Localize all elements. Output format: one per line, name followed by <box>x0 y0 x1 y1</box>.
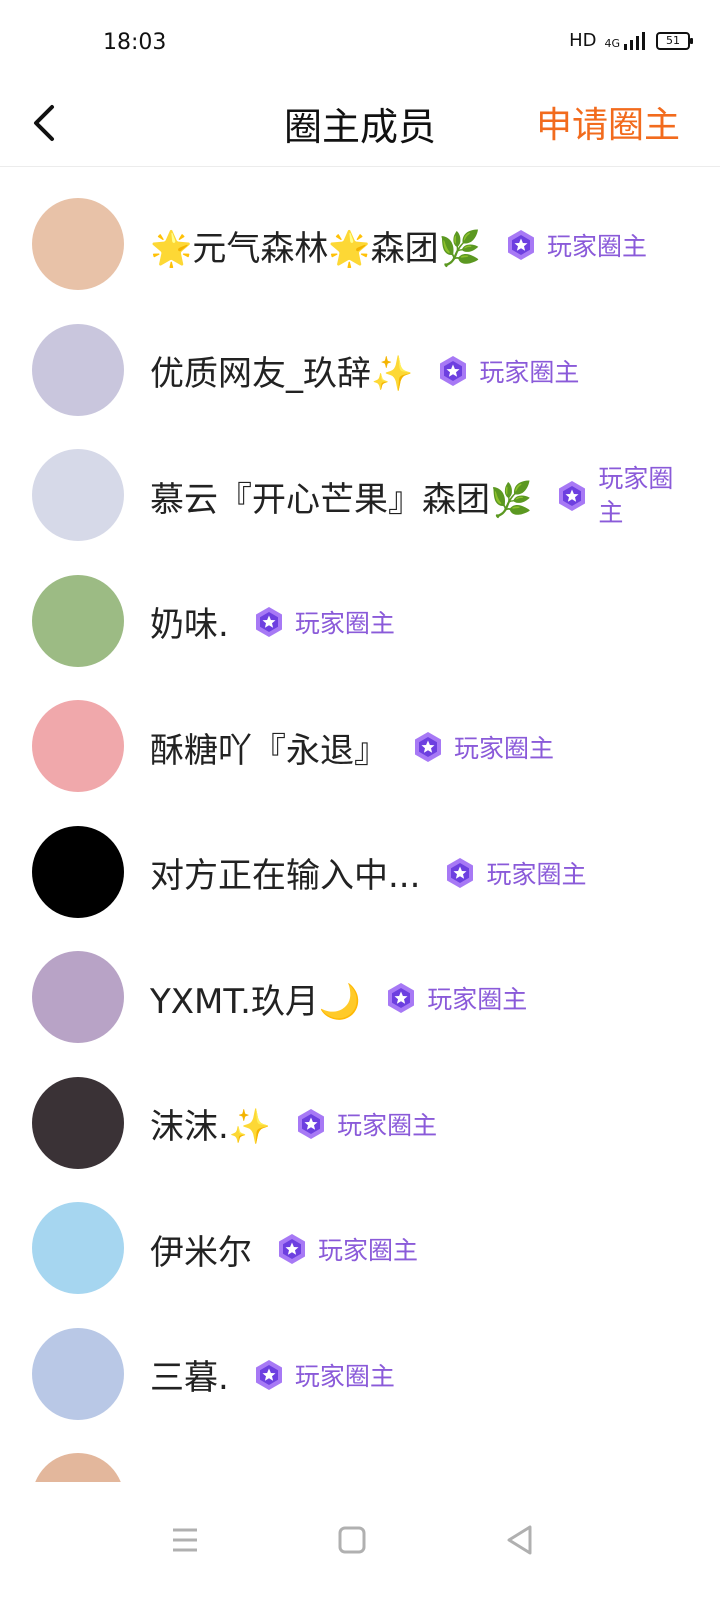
back-nav-button[interactable] <box>498 1518 542 1562</box>
role-badge: 玩家圈主 <box>251 1357 395 1393</box>
role-badge: 玩家圈主 <box>442 855 586 891</box>
avatar[interactable] <box>32 951 124 1043</box>
member-nickname: 优质网友_玖辞✨ <box>150 354 414 394</box>
member-item[interactable]: 沫沫.✨ 玩家圈主 <box>0 1045 720 1171</box>
member-nickname: 伊米尔 <box>150 1232 252 1273</box>
menu-icon <box>173 1528 197 1552</box>
system-nav-bar <box>0 1482 720 1600</box>
member-nickname: 对方正在输入中... <box>150 856 421 896</box>
back-triangle-icon <box>507 1525 532 1555</box>
role-label: 玩家圈主 <box>337 1110 438 1140</box>
status-icons: HD 4G 51 <box>569 30 693 51</box>
avatar[interactable] <box>32 1076 124 1169</box>
member-nickname: 慕云『开心芒果』森团🌿 <box>150 479 533 520</box>
status-time: 18:03 <box>103 30 167 55</box>
avatar[interactable] <box>32 1202 124 1294</box>
role-label: 玩家圈主 <box>318 1236 419 1265</box>
battery-icon: 51 <box>656 31 693 50</box>
member-item[interactable]: 对方正在输入中... 玩家圈主 <box>0 794 720 920</box>
role-label: 玩家圈主 <box>294 608 395 638</box>
star-badge-icon <box>559 481 586 511</box>
role-label: 玩家圈主 <box>547 232 648 261</box>
star-badge-icon <box>298 1108 325 1139</box>
role-badge: 玩家圈主 <box>435 353 579 389</box>
member-nickname: YXMT.玖月🌙 <box>150 981 362 1022</box>
member-item[interactable]: 玩家 <box>0 1421 720 1482</box>
member-item[interactable]: 优质网友_玖辞✨ 玩家圈主 <box>0 292 720 418</box>
role-label: 玩家圈主 <box>479 357 580 387</box>
member-nickname: 三暮. <box>150 1358 229 1398</box>
role-label: 玩家圈主 <box>598 464 674 527</box>
role-label: 玩家圈主 <box>454 734 555 763</box>
star-badge-icon <box>440 355 467 386</box>
member-nickname: 沫沫.✨ <box>150 1107 272 1147</box>
star-badge-icon <box>415 732 441 762</box>
role-badge: 玩家圈主 <box>383 980 527 1016</box>
avatar[interactable] <box>32 574 124 667</box>
role-label: 玩家圈主 <box>427 985 528 1014</box>
member-item[interactable]: 🌟元气森林🌟森团🌿 玩家圈主 <box>0 166 720 292</box>
star-badge-icon <box>279 1234 305 1264</box>
role-badge: 玩家圈主 <box>293 1106 437 1142</box>
apply-owner-button[interactable]: 申请圈主 <box>536 96 680 148</box>
member-list[interactable]: 🌟元气森林🌟森团🌿 玩家圈主 优质网友_玖辞✨ 玩家圈主 慕云『开心芒果』森团🌿… <box>0 166 720 1482</box>
star-badge-icon <box>388 983 415 1013</box>
member-item[interactable]: 酥糖吖『永退』 玩家圈主 <box>0 668 720 794</box>
role-badge: 玩家圈主 <box>251 604 395 640</box>
battery-level: 51 <box>666 33 680 47</box>
status-bar: 18:03 HD 4G 51 <box>0 0 720 88</box>
home-button[interactable] <box>330 1518 374 1562</box>
page-header: 圈主成员 申请圈主 <box>0 88 720 167</box>
role-badge: 玩家圈主 <box>554 462 694 530</box>
home-square-icon <box>338 1526 366 1554</box>
member-nickname: 酥糖吖『永退』 <box>150 730 388 771</box>
member-item[interactable]: 慕云『开心芒果』森团🌿 玩家圈主 <box>0 417 720 543</box>
role-label: 玩家圈主 <box>486 859 587 889</box>
member-nickname: 奶味. <box>150 605 229 645</box>
role-badge: 玩家圈主 <box>410 729 554 765</box>
signal-icon <box>624 31 645 50</box>
hd-indicator: HD <box>569 30 597 51</box>
avatar[interactable] <box>32 700 124 792</box>
member-item[interactable]: YXMT.玖月🌙 玩家圈主 <box>0 919 720 1045</box>
avatar[interactable] <box>32 449 124 541</box>
member-item[interactable]: 三暮. 玩家圈主 <box>0 1296 720 1422</box>
role-label: 玩家圈主 <box>294 1361 395 1391</box>
star-badge-icon <box>447 857 474 888</box>
role-badge: 玩家圈主 <box>274 1231 418 1267</box>
star-badge-icon <box>508 230 535 260</box>
network-icon: 4G <box>604 31 648 50</box>
avatar[interactable] <box>32 198 124 290</box>
member-item[interactable]: 奶味. 玩家圈主 <box>0 543 720 669</box>
avatar[interactable] <box>32 825 124 918</box>
member-item[interactable]: 伊米尔 玩家圈主 <box>0 1170 720 1296</box>
menu-button[interactable] <box>163 1518 207 1562</box>
avatar[interactable] <box>32 1327 124 1420</box>
network-type: 4G <box>604 36 620 50</box>
role-badge: 玩家圈主 <box>503 227 647 263</box>
member-nickname: 🌟元气森林🌟森团🌿 <box>150 228 482 269</box>
avatar[interactable] <box>32 1453 124 1482</box>
star-badge-icon <box>255 606 282 637</box>
star-badge-icon <box>255 1359 282 1390</box>
avatar[interactable] <box>32 323 124 416</box>
